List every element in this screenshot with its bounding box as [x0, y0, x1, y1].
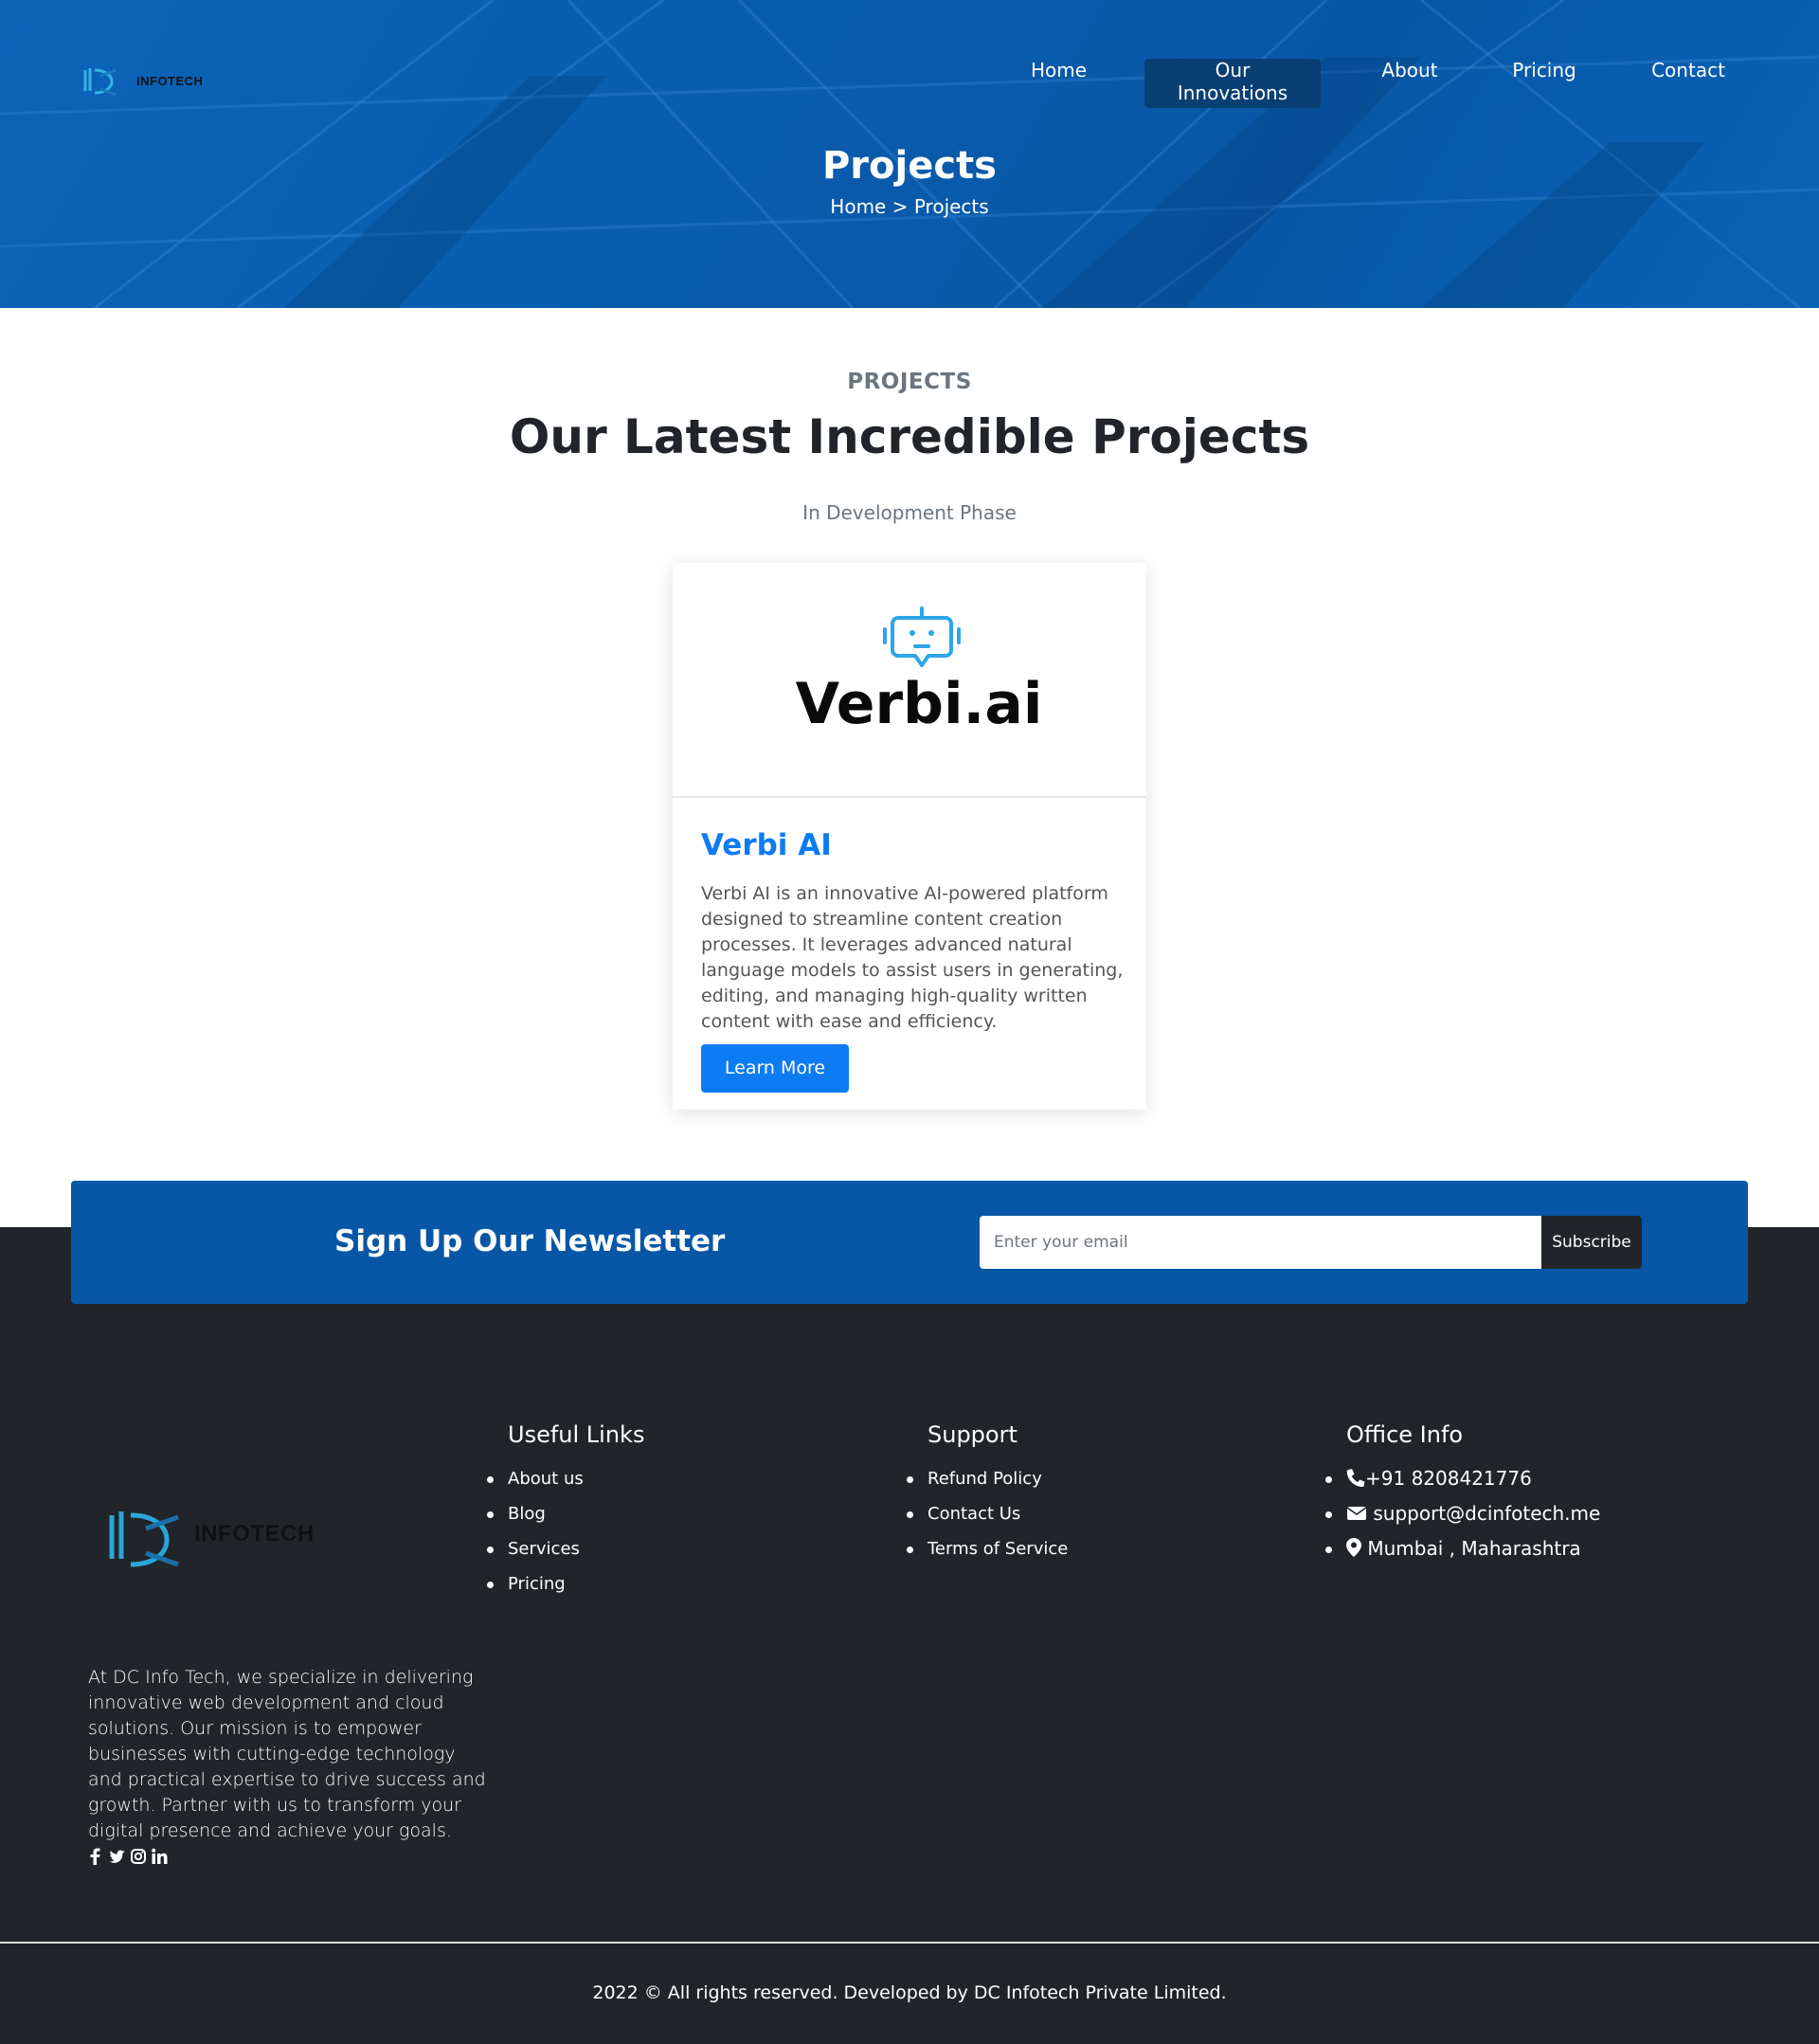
nav-pricing[interactable]: Pricing [1492, 59, 1596, 108]
nav-our-innovations[interactable]: Our Innovations [1144, 59, 1321, 108]
learn-more-button[interactable]: Learn More [701, 1044, 849, 1093]
section-title: Our Latest Incredible Projects [509, 409, 1310, 464]
social-links [88, 1848, 168, 1865]
footer-office-info: Office Info +91 8208421776 support@dcinf… [1324, 1421, 1601, 1566]
support-heading: Support [928, 1421, 1018, 1448]
newsletter-banner: Sign Up Our Newsletter Subscribe [71, 1181, 1748, 1304]
header-logo-text: INFOTECH [136, 74, 204, 88]
section-eyebrow: PROJECTS [847, 370, 972, 394]
footer-link-refund-policy[interactable]: Refund Policy [906, 1461, 1068, 1496]
footer [0, 1227, 1819, 2044]
breadcrumb-separator: > [886, 195, 914, 218]
project-description: Verbi AI is an innovative AI-powered pla… [701, 883, 1124, 1032]
footer-link-services[interactable]: Services [486, 1531, 644, 1566]
office-location-text: Mumbai , Maharashtra [1367, 1537, 1581, 1560]
footer-support-links: Support Refund Policy Contact Us Terms o… [906, 1421, 1068, 1566]
phone-icon [1346, 1469, 1365, 1487]
office-location: Mumbai , Maharashtra [1324, 1531, 1600, 1566]
office-info-heading: Office Info [1346, 1421, 1464, 1448]
linkedin-icon[interactable] [151, 1848, 168, 1865]
footer-link-pricing[interactable]: Pricing [486, 1566, 644, 1601]
footer-logo[interactable]: INFOTECH [104, 1502, 315, 1578]
footer-link-about-us[interactable]: About us [486, 1461, 644, 1496]
footer-divider [0, 1942, 1819, 1944]
envelope-icon [1346, 1507, 1367, 1520]
nav-about[interactable]: About [1362, 59, 1457, 108]
facebook-icon[interactable] [88, 1848, 103, 1865]
dc-logo-icon [83, 68, 117, 97]
breadcrumb-home[interactable]: Home [830, 195, 886, 218]
newsletter-email-input[interactable] [980, 1216, 1542, 1269]
office-phone[interactable]: +91 8208421776 [1324, 1461, 1600, 1496]
office-email[interactable]: support@dcinfotech.me [1324, 1496, 1601, 1531]
hero-banner: INFOTECH Home Our Innovations About Pric… [0, 0, 1819, 308]
footer-link-contact-us[interactable]: Contact Us [906, 1496, 1068, 1531]
nav-contact[interactable]: Contact [1631, 59, 1745, 108]
subscribe-button[interactable]: Subscribe [1541, 1216, 1642, 1269]
copyright-text: 2022 © All rights reserved. Developed by… [592, 1982, 1227, 2003]
breadcrumb-current: Projects [913, 195, 989, 218]
page-title: Projects [821, 144, 997, 188]
project-image: Verbi.ai [673, 563, 1146, 798]
nav-home[interactable]: Home [1014, 59, 1103, 108]
footer-link-terms-of-service[interactable]: Terms of Service [906, 1531, 1068, 1566]
section-subtitle: In Development Phase [802, 501, 1017, 524]
newsletter-title: Sign Up Our Newsletter [334, 1224, 726, 1258]
twitter-icon[interactable] [109, 1848, 125, 1865]
project-card: Verbi.ai Verbi AI Verbi AI is an innovat… [673, 563, 1146, 1110]
instagram-icon[interactable] [130, 1848, 146, 1865]
project-brand-text: Verbi.ai [795, 671, 1043, 737]
map-marker-icon [1346, 1538, 1361, 1557]
dc-logo-icon [109, 1511, 179, 1567]
office-phone-text: +91 8208421776 [1365, 1467, 1532, 1490]
breadcrumb: Home > Projects [0, 195, 1819, 218]
footer-useful-links: Useful Links About us Blog Services Pric… [486, 1421, 645, 1601]
footer-about-text: At DC Info Tech, we specialize in delive… [88, 1667, 486, 1841]
useful-links-heading: Useful Links [508, 1421, 645, 1448]
project-title: Verbi AI [701, 828, 832, 862]
footer-logo-text: INFOTECH [194, 1521, 315, 1547]
office-email-text: support@dcinfotech.me [1373, 1502, 1601, 1525]
header-logo[interactable]: INFOTECH [81, 63, 233, 100]
footer-link-blog[interactable]: Blog [486, 1496, 644, 1531]
